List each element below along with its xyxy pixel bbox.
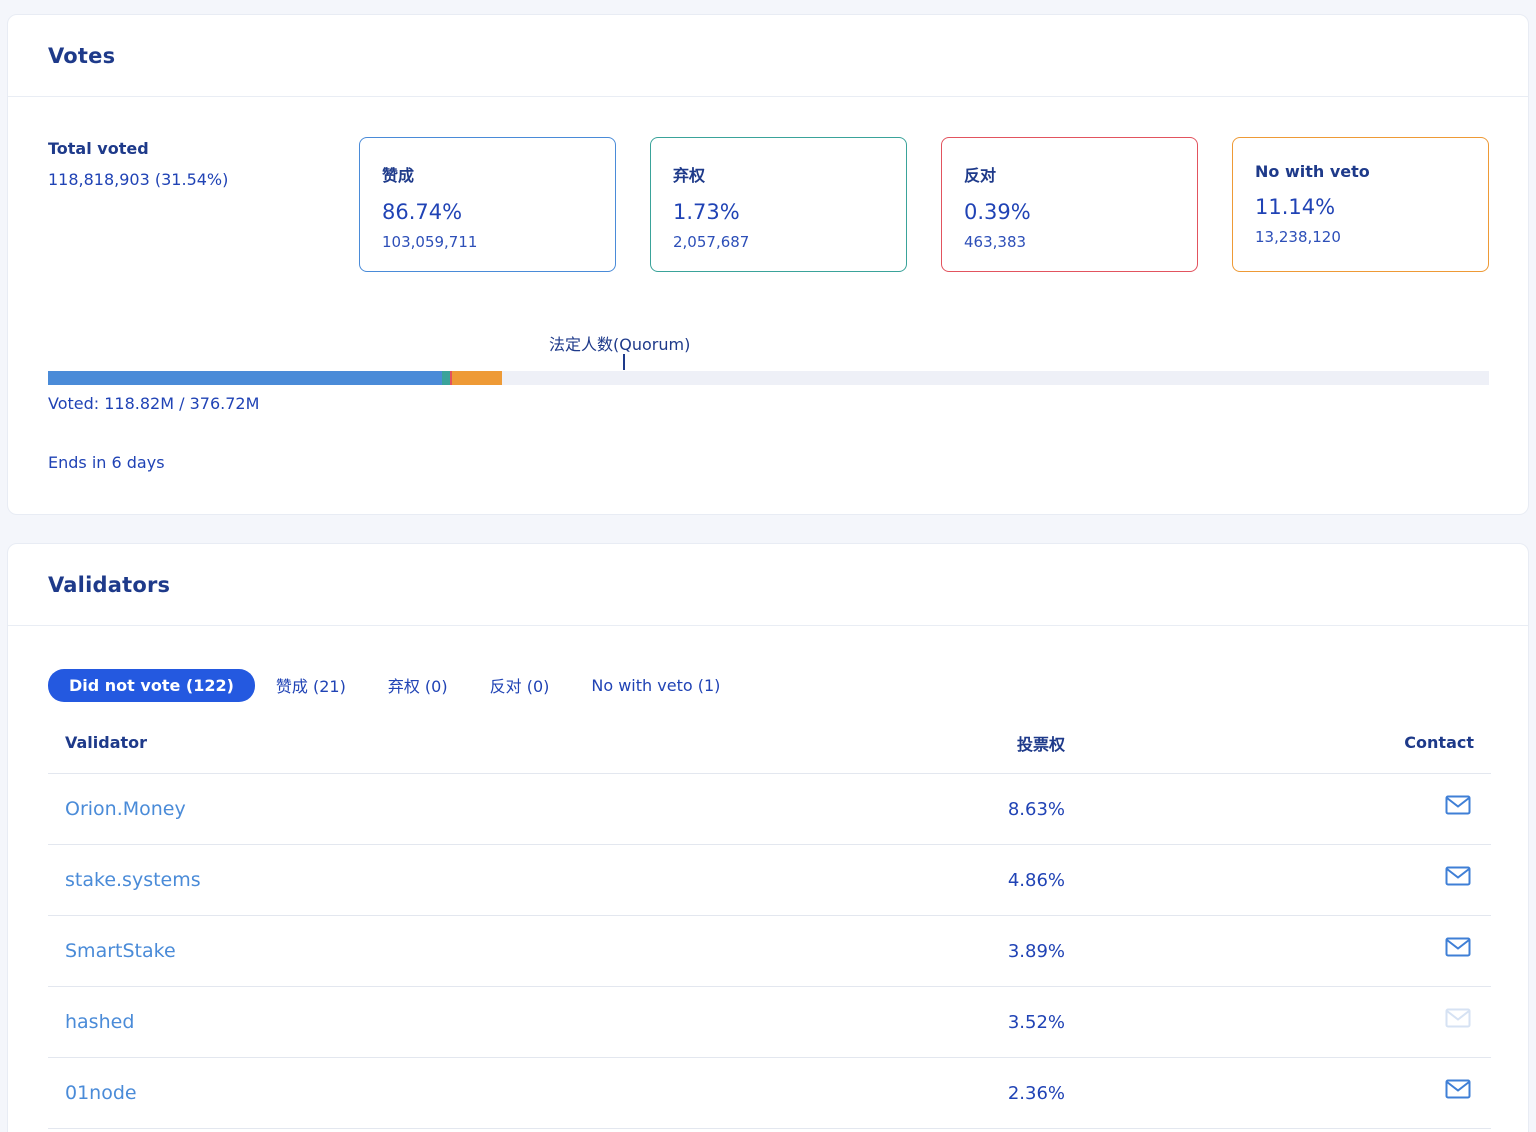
vote-option-name: 赞成 [382,166,415,185]
vote-option-count: 13,238,120 [1255,228,1341,246]
validators-title: Validators [48,572,171,597]
vote-option-name: 弃权 [673,166,706,185]
mail-icon [1445,1008,1471,1028]
voting-power: 2.36% [1007,1082,1065,1104]
vote-option-percent: 11.14% [1255,195,1336,219]
vote-option-name: 反对 [964,166,997,185]
tab-did-not-vote[interactable]: Did not vote (122) [48,668,255,702]
vote-box-no-with-veto: No with veto 11.14% 13,238,120 [1232,137,1489,272]
vote-progress-bar [48,371,1489,385]
table-row: SmartStake 3.89% [48,916,1491,987]
votes-header: Votes [8,15,1528,97]
validator-name-link[interactable]: 01node [48,1082,748,1104]
validator-name-link[interactable]: hashed [48,1011,748,1033]
tab-no[interactable]: 反对 (0) [469,666,571,704]
vote-box-no: 反对 0.39% 463,383 [941,137,1198,272]
tab-abstain[interactable]: 弃权 (0) [367,666,469,704]
validators-header: Validators [8,544,1528,626]
mail-icon[interactable] [1445,1079,1471,1099]
tab-yes[interactable]: 赞成 (21) [255,666,367,704]
total-voted-label: Total voted [48,139,149,158]
voting-power: 4.86% [1007,869,1065,891]
voted-amount: Voted: 118.82M / 376.72M [48,394,260,413]
ends-in: Ends in 6 days [48,453,165,472]
table-row: 01node 2.36% [48,1058,1491,1129]
voting-power: 3.52% [1007,1011,1065,1033]
validators-table: Validator 投票权 Contact Orion.Money 8.63% … [48,712,1491,1129]
vote-box-abstain: 弃权 1.73% 2,057,687 [650,137,907,272]
vote-option-percent: 0.39% [964,200,1031,224]
total-voted-value: 118,818,903 (31.54%) [48,170,229,189]
mail-icon[interactable] [1445,795,1471,815]
voting-power: 3.89% [1007,940,1065,962]
quorum-marker [623,354,625,370]
tab-no-with-veto[interactable]: No with veto (1) [570,669,741,702]
vote-filter-tabs: Did not vote (122) 赞成 (21) 弃权 (0) 反对 (0)… [48,666,741,704]
table-row: Orion.Money 8.63% [48,774,1491,845]
progress-segment-no-with-veto [451,371,503,385]
column-header-voting-power[interactable]: 投票权 [748,731,1065,755]
vote-option-count: 103,059,711 [382,233,478,251]
vote-option-count: 2,057,687 [673,233,750,251]
column-header-contact: Contact [1404,733,1474,752]
validator-name-link[interactable]: stake.systems [48,869,748,891]
vote-option-percent: 86.74% [382,200,463,224]
votes-card: Votes Total voted 118,818,903 (31.54%) 赞… [7,14,1529,515]
table-row: stake.systems 4.86% [48,845,1491,916]
table-row: hashed 3.52% [48,987,1491,1058]
table-header: Validator 投票权 Contact [48,712,1491,774]
vote-option-name: No with veto [1255,162,1370,181]
validator-name-link[interactable]: SmartStake [48,940,748,962]
progress-segment-yes [48,371,443,385]
vote-box-yes: 赞成 86.74% 103,059,711 [359,137,616,272]
validators-card: Validators Did not vote (122) 赞成 (21) 弃权… [7,543,1529,1132]
validator-name-link[interactable]: Orion.Money [48,798,748,820]
total-voted: Total voted 118,818,903 (31.54%) [48,139,228,189]
mail-icon[interactable] [1445,937,1471,957]
vote-option-percent: 1.73% [673,200,740,224]
quorum-label: 法定人数(Quorum) [549,335,691,354]
votes-title: Votes [48,43,116,68]
mail-icon[interactable] [1445,866,1471,886]
column-header-validator[interactable]: Validator [48,733,748,752]
progress-segment-abstain [442,371,451,385]
vote-option-count: 463,383 [964,233,1027,251]
voting-power: 8.63% [1007,798,1065,820]
